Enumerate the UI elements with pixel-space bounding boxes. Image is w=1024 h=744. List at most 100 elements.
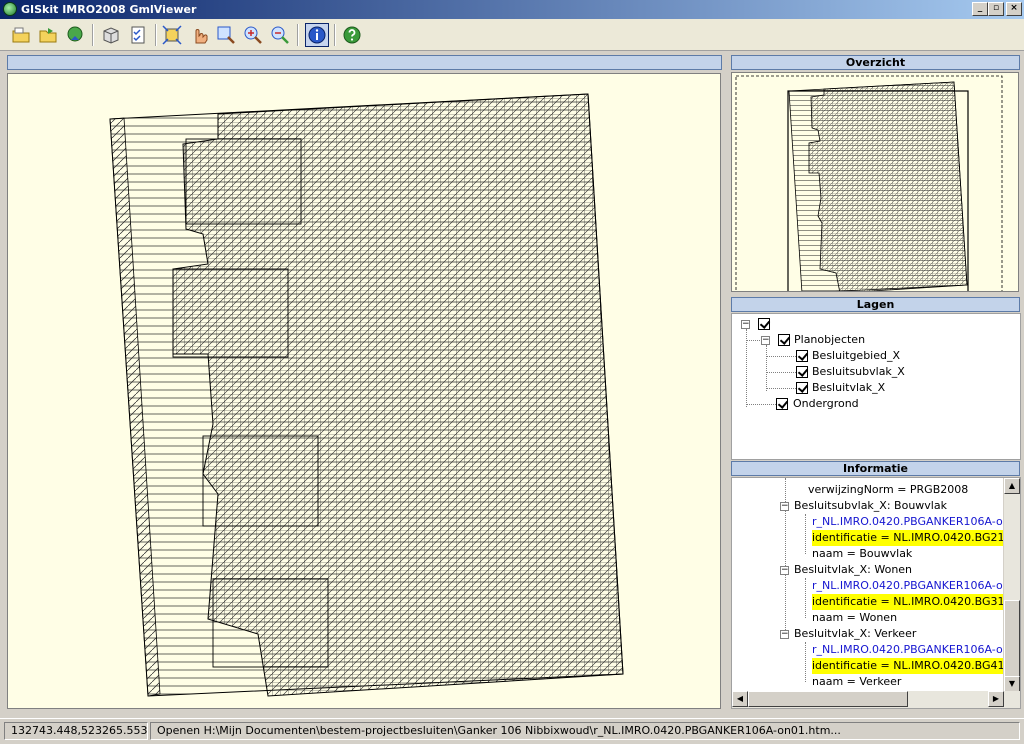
info-row-verwijzingnorm[interactable]: verwijzingNorm = PRGB2008: [808, 482, 968, 498]
layer-root-checkbox[interactable]: [758, 318, 770, 330]
open-folder-icon: [12, 27, 30, 43]
zoom-window-button[interactable]: [214, 23, 238, 47]
globe-download-icon: [67, 26, 83, 42]
info-text: r_NL.IMRO.0420.PBGANKER106A-on01: [812, 579, 1021, 592]
open-recent-button[interactable]: [36, 23, 60, 47]
layer-ondergrond[interactable]: Ondergrond: [776, 396, 1016, 412]
status-message: Openen H:\Mijn Documenten\bestem-project…: [150, 722, 1020, 740]
map-plan-drawing: [109, 93, 624, 697]
zoom-out-icon: [271, 26, 289, 44]
maximize-button[interactable]: ▫: [988, 2, 1004, 16]
info-link-wonen[interactable]: r_NL.IMRO.0420.PBGANKER106A-on01: [812, 578, 1021, 594]
info-icon: [308, 26, 326, 44]
info-naam-bouwvlak[interactable]: naam = Bouwvlak: [812, 546, 912, 562]
zoom-extent-icon: [162, 25, 182, 45]
toolbar-separator: [334, 24, 336, 46]
info-text: verwijzingNorm = PRGB2008: [808, 483, 969, 496]
info-naam-wonen[interactable]: naam = Wonen: [812, 610, 897, 626]
scroll-up-button[interactable]: ▲: [1004, 478, 1020, 494]
layer-besluitvlak[interactable]: Besluitvlak_X: [796, 380, 1016, 396]
info-text: naam = Bouwvlak: [812, 547, 913, 560]
layers-box-icon: [103, 27, 119, 44]
tree-line: [766, 356, 796, 357]
info-text: identificatie = NL.IMRO.0420.BG2162482: [812, 531, 1005, 544]
map-bouwvlak-polygon[interactable]: [172, 93, 624, 697]
layers-tree: − − Planobjecten Besluitgebied_X Besluit…: [731, 313, 1021, 460]
pan-hand-icon: [195, 29, 208, 44]
info-text: Besluitvlak_X: Verkeer: [794, 627, 917, 640]
info-text: Besluitvlak_X: Wonen: [794, 563, 913, 576]
layer-besluitvlak-checkbox[interactable]: [796, 382, 808, 394]
scroll-left-button[interactable]: ◀: [732, 691, 748, 707]
download-button[interactable]: [63, 23, 87, 47]
scroll-right-button[interactable]: ▶: [988, 691, 1004, 707]
info-header: Informatie: [731, 461, 1020, 476]
zoom-in-button[interactable]: [241, 23, 265, 47]
toolbar: [0, 19, 1024, 51]
info-identificatie-verkeer[interactable]: identificatie = NL.IMRO.0420.BG4162051: [812, 658, 1005, 674]
layer-planobjecten-checkbox[interactable]: [778, 334, 790, 346]
map-canvas[interactable]: [7, 73, 721, 709]
close-button[interactable]: ×: [1006, 2, 1022, 16]
open-file-button[interactable]: [9, 23, 33, 47]
tree-line: [746, 404, 776, 405]
status-coordinates: 132743.448,523265.553: [4, 722, 148, 740]
collapse-planobjecten-toggle[interactable]: −: [761, 336, 770, 345]
info-identificatie-bouwvlak[interactable]: identificatie = NL.IMRO.0420.BG2162482: [812, 530, 1005, 546]
scroll-thumb[interactable]: [1004, 600, 1020, 678]
layer-planobjecten[interactable]: − Planobjecten: [761, 332, 1020, 348]
title-bar[interactable]: GISkit IMRO2008 GmlViewer _ ▫ ×: [0, 0, 1024, 19]
zoom-extent-button[interactable]: [160, 23, 184, 47]
layer-ondergrond-checkbox[interactable]: [776, 398, 788, 410]
info-horizontal-scrollbar[interactable]: ◀ ▶: [732, 691, 1020, 708]
zoom-window-icon: [217, 26, 235, 44]
layers-button[interactable]: [99, 23, 123, 47]
window-title: GISkit IMRO2008 GmlViewer: [21, 3, 197, 16]
layer-besluitgebied-checkbox[interactable]: [796, 350, 808, 362]
status-bar: 132743.448,523265.553 Openen H:\Mijn Doc…: [0, 718, 1024, 744]
map-header: [7, 55, 722, 70]
minimize-button[interactable]: _: [972, 2, 988, 16]
layer-besluitgebied[interactable]: Besluitgebied_X: [796, 348, 1016, 364]
tree-line: [766, 388, 796, 389]
info-text: Besluitsubvlak_X: Bouwvlak: [794, 499, 947, 512]
info-naam-verkeer[interactable]: naam = Verkeer: [812, 674, 901, 690]
info-link-bouwvlak[interactable]: r_NL.IMRO.0420.PBGANKER106A-on01: [812, 514, 1021, 530]
overview-bouwvlak: [808, 81, 968, 291]
layer-besluitsubvlak[interactable]: Besluitsubvlak_X: [796, 364, 1016, 380]
info-tree[interactable]: verwijzingNorm = PRGB2008 − Besluitsubvl…: [731, 477, 1021, 709]
layers-header: Lagen: [731, 297, 1020, 312]
overview-header: Overzicht: [731, 55, 1020, 70]
layer-besluitsubvlak-checkbox[interactable]: [796, 366, 808, 378]
tree-line: [805, 578, 806, 618]
info-vertical-scrollbar[interactable]: ▲ ▼: [1003, 478, 1020, 692]
collapse-wonen-toggle[interactable]: −: [780, 566, 789, 575]
info-link-verkeer[interactable]: r_NL.IMRO.0420.PBGANKER106A-on01: [812, 642, 1021, 658]
info-text: naam = Verkeer: [812, 675, 902, 688]
layer-label: Besluitvlak_X: [812, 381, 886, 394]
help-icon: [343, 26, 361, 44]
info-text: r_NL.IMRO.0420.PBGANKER106A-on01: [812, 643, 1021, 656]
zoom-out-button[interactable]: [268, 23, 292, 47]
scroll-thumb[interactable]: [748, 691, 908, 707]
collapse-verkeer-toggle[interactable]: −: [780, 630, 789, 639]
layer-label: Ondergrond: [793, 397, 859, 410]
scroll-down-button[interactable]: ▼: [1004, 676, 1020, 692]
layer-label: Besluitsubvlak_X: [812, 365, 905, 378]
info-text: r_NL.IMRO.0420.PBGANKER106A-on01: [812, 515, 1021, 528]
info-button[interactable]: [305, 23, 329, 47]
layer-label: Besluitgebied_X: [812, 349, 901, 362]
tree-line: [746, 340, 760, 341]
collapse-bouwvlak-toggle[interactable]: −: [780, 502, 789, 511]
pan-button[interactable]: [187, 23, 211, 47]
checklist-button[interactable]: [126, 23, 150, 47]
help-button[interactable]: [340, 23, 364, 47]
tree-line: [805, 514, 806, 554]
overview-canvas[interactable]: [731, 72, 1019, 292]
info-identificatie-wonen[interactable]: identificatie = NL.IMRO.0420.BG3162051: [812, 594, 1005, 610]
toolbar-separator: [297, 24, 299, 46]
layer-root[interactable]: −: [741, 316, 1020, 332]
open-recent-folder-icon: [39, 28, 57, 43]
collapse-root-toggle[interactable]: −: [741, 320, 750, 329]
zoom-in-icon: [244, 26, 262, 44]
